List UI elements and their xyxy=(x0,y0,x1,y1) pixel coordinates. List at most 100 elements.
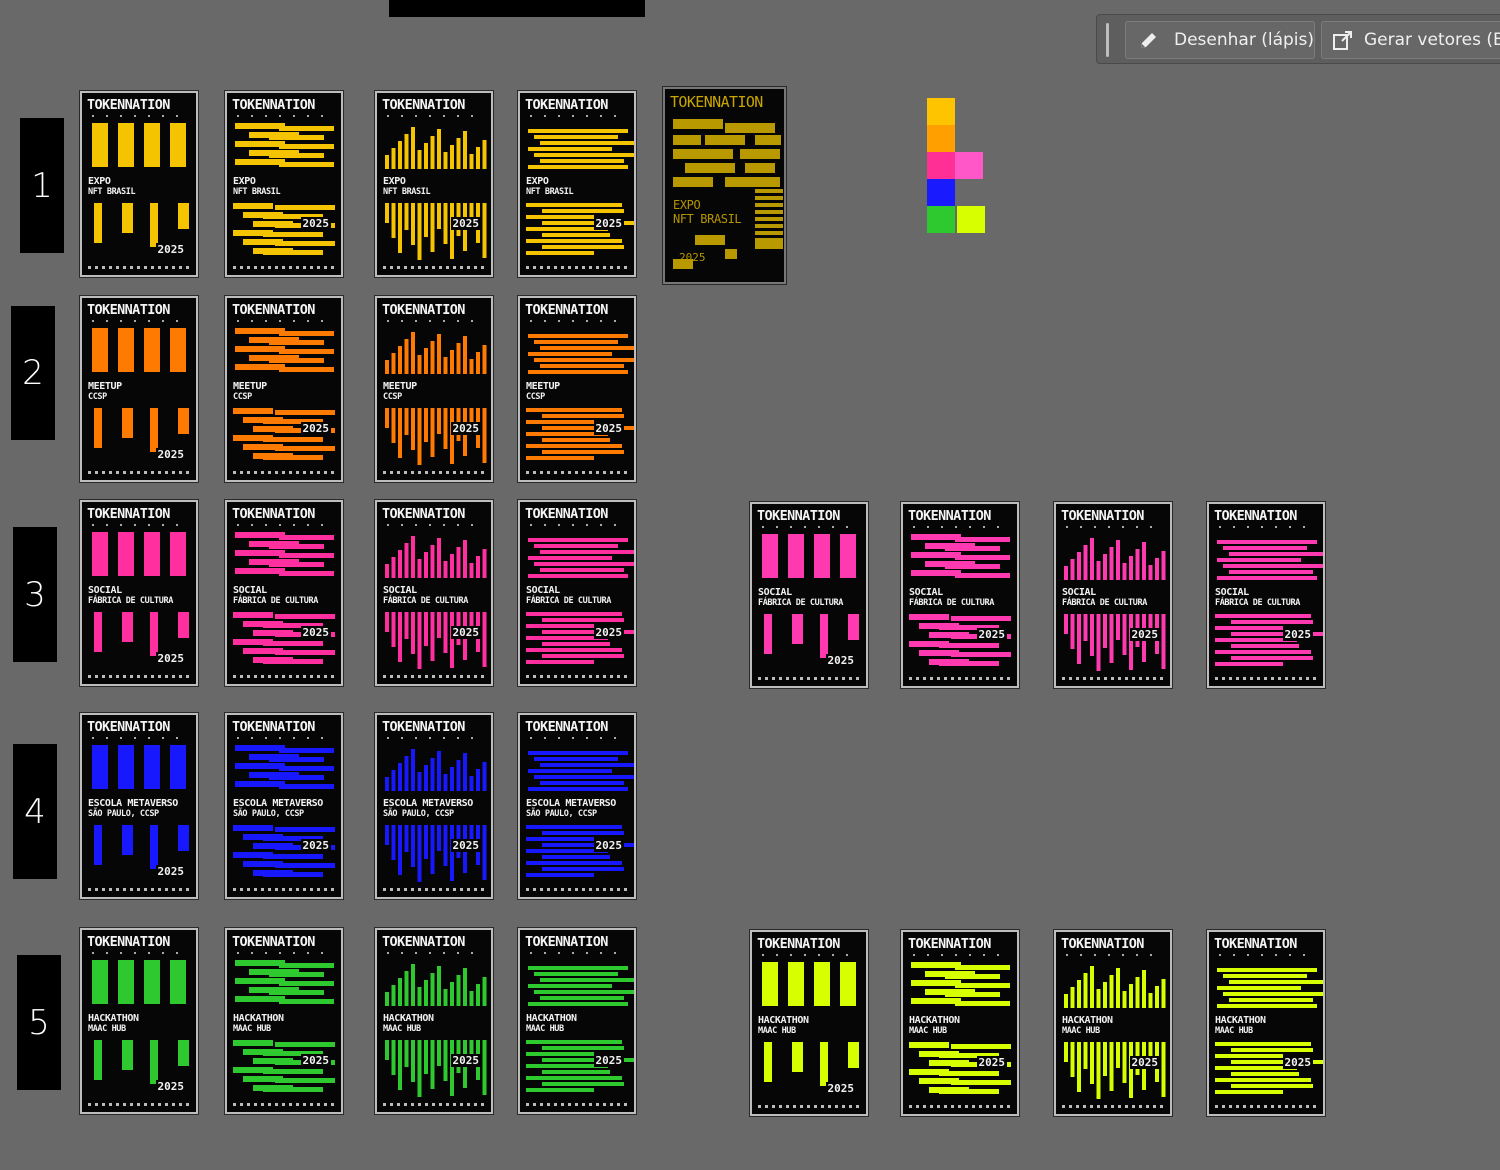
poster-dot-divider xyxy=(530,524,624,526)
poster-1-3[interactable]: TOKENNATION EXPO NFT BRASIL 2025 xyxy=(375,91,493,277)
poster-3-3[interactable]: TOKENNATION SOCIAL FÁBRICA DE CULTURA 2025 xyxy=(375,500,493,686)
poster-2-3[interactable]: TOKENNATION MEETUP CCSP 2025 xyxy=(375,296,493,482)
poster-alt-5-1[interactable]: TOKENNATION HACKATHON MAAC HUB 2025 xyxy=(750,930,868,1116)
color-swatch-4[interactable] xyxy=(955,152,983,179)
poster-dot-divider xyxy=(387,524,481,526)
featured-poster-title: TOKENNATION xyxy=(670,93,763,111)
poster-1-4[interactable]: TOKENNATION EXPO NFT BRASIL 2025 xyxy=(518,91,636,277)
poster-dot-divider xyxy=(762,526,856,528)
poster-event-name: HACKATHON xyxy=(758,1015,809,1026)
poster-4-1[interactable]: TOKENNATION ESCOLA METAVERSO SÃO PAULO, CC… xyxy=(80,713,198,899)
poster-footer-tagline xyxy=(383,266,485,269)
poster-event-venue: MAAC HUB xyxy=(1062,1026,1100,1036)
poster-3-4[interactable]: TOKENNATION SOCIAL FÁBRICA DE CULTURA 2025 xyxy=(518,500,636,686)
poster-event-name: EXPO xyxy=(88,176,111,187)
poster-2-4[interactable]: TOKENNATION MEETUP CCSP 2025 xyxy=(518,296,636,482)
poster-1-1[interactable]: TOKENNATION EXPO NFT BRASIL 2025 xyxy=(80,91,198,277)
poster-title: TOKENNATION xyxy=(382,719,465,735)
poster-event-venue: FÁBRICA DE CULTURA xyxy=(758,598,843,608)
color-swatch-6[interactable] xyxy=(927,206,955,233)
poster-event-name: ESCOLA METAVERSO xyxy=(383,798,473,809)
poster-5-3[interactable]: TOKENNATION HACKATHON MAAC HUB 2025 xyxy=(375,928,493,1114)
color-swatch-2[interactable] xyxy=(927,125,955,152)
poster-year: 2025 xyxy=(593,1054,624,1067)
poster-event-venue: FÁBRICA DE CULTURA xyxy=(1062,598,1147,608)
poster-footer-tagline xyxy=(1215,677,1317,680)
export-vector-icon xyxy=(1333,31,1352,50)
poster-event-name: ESCOLA METAVERSO xyxy=(88,798,178,809)
poster-event-name: HACKATHON xyxy=(88,1013,139,1024)
poster-title: TOKENNATION xyxy=(1061,936,1144,952)
toolbar-drag-handle[interactable] xyxy=(1106,23,1109,57)
poster-dot-divider xyxy=(387,320,481,322)
poster-dot-divider xyxy=(92,952,186,954)
poster-year: 2025 xyxy=(825,654,856,667)
poster-footer-tagline xyxy=(758,1105,860,1108)
poster-2-2[interactable]: TOKENNATION MEETUP CCSP 2025 xyxy=(225,296,343,482)
poster-footer-tagline xyxy=(909,677,1011,680)
poster-year: 2025 xyxy=(593,422,624,435)
poster-title: TOKENNATION xyxy=(1061,508,1144,524)
poster-year: 2025 xyxy=(593,839,624,852)
poster-footer-tagline xyxy=(88,266,190,269)
poster-title: TOKENNATION xyxy=(525,97,608,113)
poster-alt-5-2[interactable]: TOKENNATION HACKATHON MAAC HUB 2025 xyxy=(901,930,1019,1116)
featured-poster-expo[interactable]: TOKENNATION EXPO NFT BRASIL 2025 xyxy=(663,87,786,284)
poster-footer-tagline xyxy=(526,1103,628,1106)
poster-4-4[interactable]: TOKENNATION ESCOLA METAVERSO SÃO PAULO, CC… xyxy=(518,713,636,899)
row-label-3: 3 xyxy=(13,527,57,662)
color-swatch-3[interactable] xyxy=(927,152,955,179)
poster-year: 2025 xyxy=(155,243,186,256)
poster-event-venue: CCSP xyxy=(526,392,545,402)
poster-dot-divider xyxy=(1066,954,1160,956)
poster-4-2[interactable]: TOKENNATION ESCOLA METAVERSO SÃO PAULO, CC… xyxy=(225,713,343,899)
generate-vectors-button[interactable]: Gerar vetores (Bet xyxy=(1321,21,1500,59)
poster-footer-tagline xyxy=(383,1103,485,1106)
poster-dot-divider xyxy=(237,320,331,322)
poster-event-venue: FÁBRICA DE CULTURA xyxy=(1215,598,1300,608)
poster-event-venue: SÃO PAULO, CCSP xyxy=(383,809,454,819)
poster-year: 2025 xyxy=(450,422,481,435)
poster-footer-tagline xyxy=(233,675,335,678)
poster-5-2[interactable]: TOKENNATION HACKATHON MAAC HUB 2025 xyxy=(225,928,343,1114)
poster-footer-tagline xyxy=(233,471,335,474)
color-swatch-5[interactable] xyxy=(927,179,955,206)
poster-event-name: SOCIAL xyxy=(383,585,417,596)
poster-event-venue: SÃO PAULO, CCSP xyxy=(88,809,159,819)
poster-2-1[interactable]: TOKENNATION MEETUP CCSP 2025 xyxy=(80,296,198,482)
poster-alt-3-4[interactable]: TOKENNATION SOCIAL FÁBRICA DE CULTURA 2025 xyxy=(1207,502,1325,688)
poster-event-name: HACKATHON xyxy=(233,1013,284,1024)
poster-footer-tagline xyxy=(758,677,860,680)
poster-1-2[interactable]: TOKENNATION EXPO NFT BRASIL 2025 xyxy=(225,91,343,277)
poster-alt-3-2[interactable]: TOKENNATION SOCIAL FÁBRICA DE CULTURA 2025 xyxy=(901,502,1019,688)
poster-footer-tagline xyxy=(526,266,628,269)
poster-event-venue: MAAC HUB xyxy=(233,1024,271,1034)
poster-year: 2025 xyxy=(155,1080,186,1093)
poster-alt-3-3[interactable]: TOKENNATION SOCIAL FÁBRICA DE CULTURA 2025 xyxy=(1054,502,1172,688)
poster-dot-divider xyxy=(237,737,331,739)
color-swatch-1[interactable] xyxy=(927,98,955,125)
poster-3-2[interactable]: TOKENNATION SOCIAL FÁBRICA DE CULTURA 2025 xyxy=(225,500,343,686)
color-swatch-7[interactable] xyxy=(957,206,985,233)
draw-pencil-button[interactable]: Desenhar (lápis) xyxy=(1125,21,1315,59)
poster-event-name: SOCIAL xyxy=(233,585,267,596)
poster-event-name: MEETUP xyxy=(233,381,267,392)
poster-5-4[interactable]: TOKENNATION HACKATHON MAAC HUB 2025 xyxy=(518,928,636,1114)
poster-alt-5-3[interactable]: TOKENNATION HACKATHON MAAC HUB 2025 xyxy=(1054,930,1172,1116)
poster-title: TOKENNATION xyxy=(87,934,170,950)
top-black-bar xyxy=(389,0,645,17)
poster-year: 2025 xyxy=(450,217,481,230)
draw-pencil-label: Desenhar (lápis) xyxy=(1174,30,1315,50)
poster-5-1[interactable]: TOKENNATION HACKATHON MAAC HUB 2025 xyxy=(80,928,198,1114)
poster-dot-divider xyxy=(92,737,186,739)
poster-alt-5-4[interactable]: TOKENNATION HACKATHON MAAC HUB 2025 xyxy=(1207,930,1325,1116)
poster-event-venue: MAAC HUB xyxy=(1215,1026,1253,1036)
featured-poster-event: EXPO xyxy=(673,198,701,212)
poster-title: TOKENNATION xyxy=(232,506,315,522)
poster-dot-divider xyxy=(387,952,481,954)
poster-alt-3-1[interactable]: TOKENNATION SOCIAL FÁBRICA DE CULTURA 2025 xyxy=(750,502,868,688)
poster-year: 2025 xyxy=(300,839,331,852)
poster-event-venue: MAAC HUB xyxy=(88,1024,126,1034)
poster-4-3[interactable]: TOKENNATION ESCOLA METAVERSO SÃO PAULO, CC… xyxy=(375,713,493,899)
poster-3-1[interactable]: TOKENNATION SOCIAL FÁBRICA DE CULTURA 2025 xyxy=(80,500,198,686)
